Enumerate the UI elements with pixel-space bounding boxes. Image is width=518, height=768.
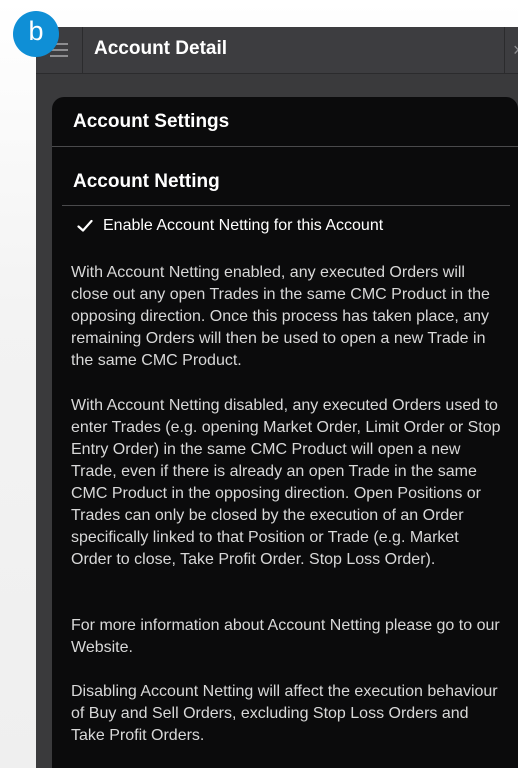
subsection-divider [62, 205, 510, 206]
title-bar: Account Detail × [36, 27, 518, 74]
netting-disabled-description: With Account Netting disabled, any execu… [71, 397, 501, 568]
window-title: Account Detail [94, 38, 228, 59]
account-detail-window: Account Detail × Account Settings Accoun… [36, 27, 518, 768]
enable-netting-checkbox[interactable]: Enable Account Netting for this Account [76, 217, 383, 235]
close-icon[interactable]: × [504, 27, 518, 73]
figure-label-badge: b [13, 11, 59, 57]
account-netting-heading: Account Netting [73, 171, 220, 192]
section-divider [52, 146, 518, 147]
account-settings-heading: Account Settings [73, 111, 230, 132]
checkmark-icon [76, 217, 94, 235]
more-info-text: For more information about Account Netti… [71, 617, 500, 656]
disabling-warning-text: Disabling Account Netting will affect th… [71, 683, 498, 744]
enable-netting-label: Enable Account Netting for this Account [103, 217, 384, 234]
account-settings-panel: Account Settings Account Netting Enable … [52, 97, 518, 768]
netting-enabled-description: With Account Netting enabled, any execut… [71, 264, 490, 369]
